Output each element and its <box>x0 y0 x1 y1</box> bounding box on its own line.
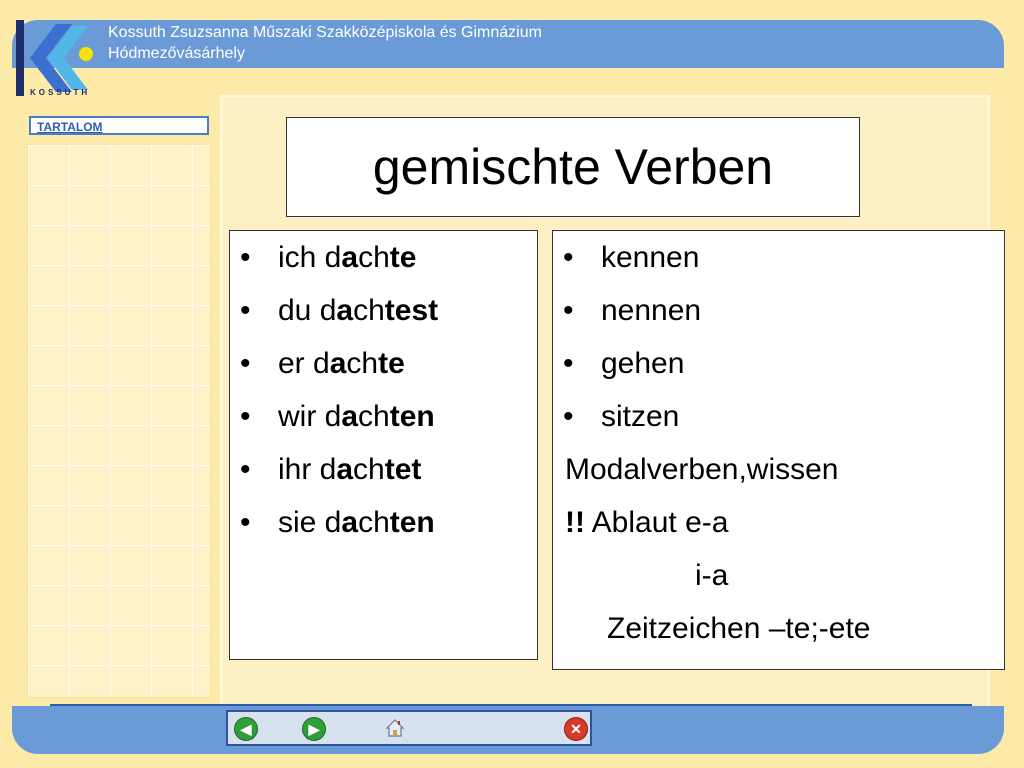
conjugation-vowel: a <box>341 400 359 433</box>
sidebar-panel <box>27 144 211 698</box>
sidebar: TARTALOM <box>25 112 211 700</box>
conjugation-box: ich dachtedu dachtester dachtewir dachte… <box>229 230 538 660</box>
slide-title: gemischte Verben <box>286 117 860 217</box>
verb-list: kennennennengehensitzen <box>553 231 1004 443</box>
arrow-right-icon[interactable]: ▶ <box>302 717 326 741</box>
conjugation-pronoun: du d <box>278 294 337 327</box>
conjugation-stem: ch <box>346 347 379 380</box>
conjugation-item: sie dachten <box>230 496 537 549</box>
conjugation-ending: ten <box>389 400 435 433</box>
conjugation-ending: tet <box>384 453 422 486</box>
school-city: Hódmezővásárhely <box>108 45 245 62</box>
zeitzeichen-line: Zeitzeichen –te;-ete <box>607 612 871 645</box>
conjugation-item: ich dachte <box>230 231 537 284</box>
conjugation-pronoun: ihr d <box>278 453 337 486</box>
conjugation-ending: te <box>378 347 405 380</box>
slide-title-text: gemischte Verben <box>372 139 774 195</box>
home-icon[interactable] <box>384 717 406 739</box>
conjugation-vowel: a <box>336 294 354 327</box>
conjugation-ending: test <box>384 294 439 327</box>
conjugation-stem: ch <box>358 506 390 539</box>
conjugation-vowel: a <box>341 241 359 274</box>
verb-list-box: kennennennengehensitzen Modalverben,wiss… <box>552 230 1005 670</box>
ablaut-marker: !! <box>565 506 585 539</box>
verb-item: nennen <box>553 284 1004 337</box>
tartalom-link[interactable]: TARTALOM <box>29 116 209 135</box>
conjugation-vowel: a <box>341 506 359 539</box>
close-icon[interactable]: ✕ <box>564 717 588 741</box>
conjugation-item: er dachte <box>230 337 537 390</box>
logo-text: KOSSUTH <box>30 88 91 97</box>
conjugation-item: du dachtest <box>230 284 537 337</box>
verb-item: kennen <box>553 231 1004 284</box>
conjugation-stem: ch <box>353 453 385 486</box>
conjugation-pronoun: sie d <box>278 506 342 539</box>
verb-item: sitzen <box>553 390 1004 443</box>
conjugation-pronoun: wir d <box>278 400 342 433</box>
arrow-left-icon[interactable]: ◀ <box>234 717 258 741</box>
conjugation-item: wir dachten <box>230 390 537 443</box>
verb-item: gehen <box>553 337 1004 390</box>
conjugation-pronoun: er d <box>278 347 330 380</box>
conjugation-stem: ch <box>358 400 390 433</box>
home-icon-shape <box>385 719 405 737</box>
conjugation-pronoun: ich d <box>278 241 342 274</box>
conjugation-vowel: a <box>329 347 347 380</box>
ablaut-line: !! Ablaut e-a <box>553 496 1004 549</box>
footer-divider <box>50 704 972 706</box>
ablaut-text: Ablaut e-a <box>584 506 729 539</box>
conjugation-ending: ten <box>389 506 435 539</box>
navigation-bar: ◀ ▶ ✕ <box>226 710 592 746</box>
conjugation-list: ich dachtedu dachtester dachtewir dachte… <box>230 231 537 549</box>
conjugation-vowel: a <box>336 453 354 486</box>
school-name: Kossuth Zsuzsanna Műszaki Szakközépiskol… <box>108 24 542 41</box>
conjugation-stem: ch <box>353 294 385 327</box>
conjugation-stem: ch <box>358 241 390 274</box>
ablaut-line-2: i-a <box>695 559 729 592</box>
conjugation-ending: te <box>389 241 417 274</box>
modal-line: Modalverben,wissen <box>565 453 839 486</box>
conjugation-item: ihr dachtet <box>230 443 537 496</box>
